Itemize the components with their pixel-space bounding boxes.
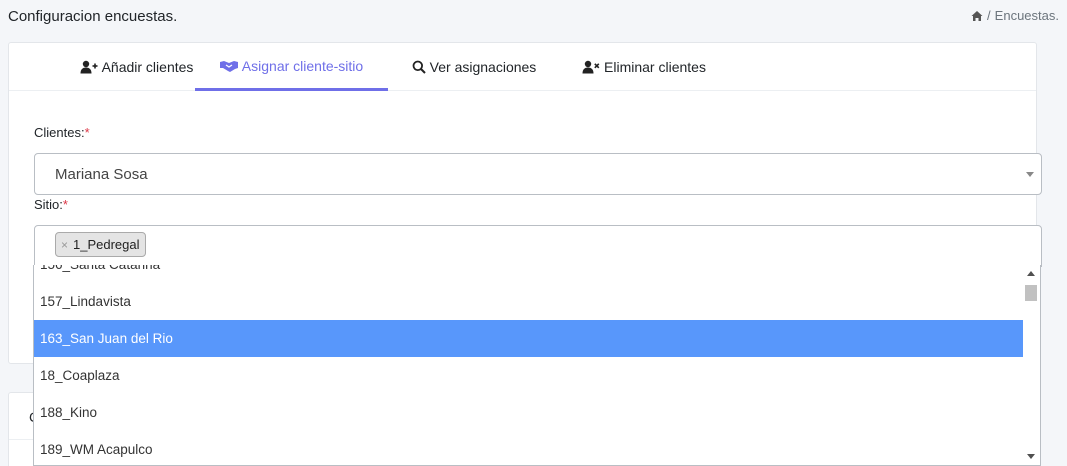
- tab-label: Eliminar clientes: [604, 59, 706, 75]
- sitio-label-text: Sitio:: [34, 197, 63, 212]
- user-plus-icon: [80, 60, 98, 74]
- chevron-down-icon: [1026, 172, 1034, 177]
- clientes-select[interactable]: Mariana Sosa: [34, 153, 1042, 195]
- dropdown-option[interactable]: 188_Kino: [34, 394, 1024, 431]
- tab-bar: Añadir clientes Asignar cliente-sitio Ve…: [9, 43, 1036, 91]
- dropdown-scrollbar[interactable]: [1023, 265, 1040, 465]
- clientes-label-text: Clientes:: [34, 125, 85, 140]
- dropdown-list: 156_Santa Catarina 157_Lindavista 163_Sa…: [34, 265, 1024, 465]
- handshake-icon: [219, 60, 238, 72]
- clientes-select-value: Mariana Sosa: [55, 166, 148, 183]
- required-mark: *: [84, 125, 90, 140]
- clientes-label: Clientes:*: [34, 125, 90, 140]
- tab-label: Añadir clientes: [101, 59, 194, 75]
- scroll-up-icon[interactable]: [1027, 271, 1035, 276]
- tab-view-assignments[interactable]: Ver asignaciones: [404, 43, 544, 91]
- sitio-dropdown: 156_Santa Catarina 157_Lindavista 163_Sa…: [33, 265, 1041, 466]
- user-times-icon: [582, 60, 600, 74]
- dropdown-option[interactable]: 18_Coaplaza: [34, 357, 1024, 394]
- tab-assign-client-site[interactable]: Asignar cliente-sitio: [195, 43, 388, 91]
- breadcrumb: / Encuestas.: [971, 8, 1059, 23]
- search-icon: [412, 60, 426, 74]
- dropdown-option-highlighted[interactable]: 163_San Juan del Rio: [34, 320, 1024, 357]
- scroll-thumb[interactable]: [1025, 285, 1037, 301]
- dropdown-option[interactable]: 157_Lindavista: [34, 283, 1024, 320]
- breadcrumb-separator: /: [987, 8, 991, 23]
- selected-chip: × 1_Pedregal: [55, 232, 146, 257]
- required-mark: *: [62, 197, 68, 212]
- tab-label: Asignar cliente-sitio: [241, 57, 364, 74]
- sitio-multiselect[interactable]: × 1_Pedregal: [34, 225, 1042, 267]
- scroll-down-icon[interactable]: [1027, 454, 1035, 459]
- breadcrumb-current: Encuestas.: [994, 8, 1059, 23]
- page-title: Configuracion encuestas.: [8, 8, 178, 25]
- sitio-label: Sitio:*: [34, 197, 68, 212]
- chip-remove-icon[interactable]: ×: [61, 238, 68, 252]
- dropdown-option[interactable]: 189_WM Acapulco: [34, 431, 1024, 465]
- home-icon[interactable]: [971, 10, 983, 22]
- tab-delete-clients[interactable]: Eliminar clientes: [574, 43, 714, 91]
- chip-label: 1_Pedregal: [73, 237, 140, 252]
- tab-label: Ver asignaciones: [429, 59, 537, 75]
- dropdown-option[interactable]: 156_Santa Catarina: [34, 265, 1024, 283]
